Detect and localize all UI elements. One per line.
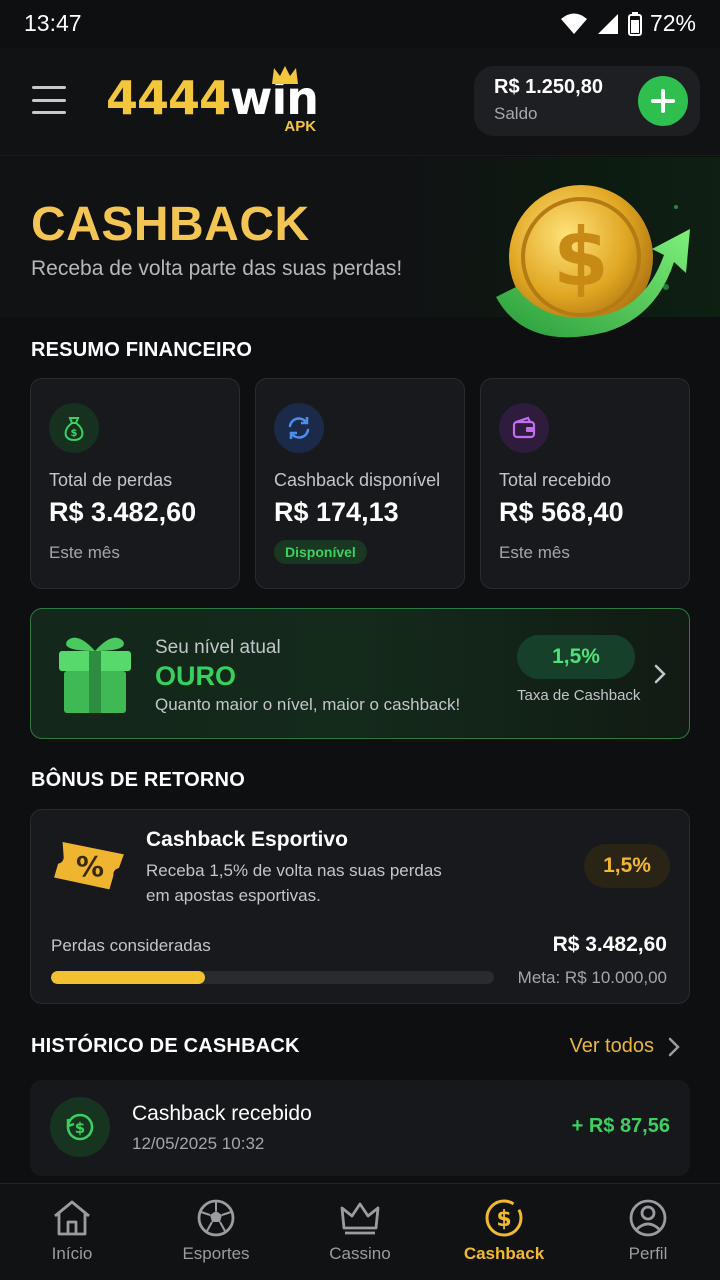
nav-item-perfil[interactable]: Perfil — [576, 1184, 720, 1280]
nav-label: Cassino — [329, 1244, 391, 1263]
svg-text:$: $ — [71, 428, 78, 439]
cashback-hero: CASHBACK Receba de volta parte das suas … — [0, 157, 720, 338]
wallet-icon — [499, 403, 549, 453]
nav-label: Perfil — [628, 1244, 668, 1263]
progress-goal: Meta: R$ 10.000,00 — [517, 968, 667, 987]
plus-icon — [651, 89, 675, 113]
bonus-description: Receba 1,5% de volta nas suas perdas em … — [146, 861, 442, 905]
logo-apk: APK — [284, 118, 317, 135]
crown-icon — [340, 1202, 380, 1235]
profile-icon — [629, 1199, 667, 1237]
cashback-coin-icon: $ — [485, 1199, 523, 1237]
level-label: Seu nível atual — [155, 637, 281, 658]
status-badge: Disponível — [274, 540, 367, 564]
status-time: 13:47 — [24, 10, 82, 36]
level-rate-badge: 1,5% — [517, 635, 635, 679]
bonus-card[interactable]: % Cashback Esportivo Receba 1,5% de volt… — [30, 809, 690, 1004]
progress-bar-fill — [51, 971, 206, 984]
balance-amount: R$ 1.250,80 — [494, 76, 603, 98]
balance-box[interactable]: R$ 1.250,80 Saldo — [474, 66, 700, 136]
history-item-date: 12/05/2025 10:32 — [132, 1134, 265, 1153]
nav-label: Início — [51, 1244, 93, 1263]
battery-level: 72% — [649, 10, 696, 36]
history-header: HISTÓRICO DE CASHBACK Ver todos — [30, 1033, 690, 1063]
nav-item-inicio[interactable]: Início — [0, 1184, 144, 1280]
bonus-title: Cashback Esportivo — [146, 828, 348, 851]
brand-logo[interactable]: 4444win APK — [106, 66, 319, 138]
gift-icon — [59, 637, 131, 713]
balance-label: Saldo — [494, 104, 538, 123]
stat-card-losses[interactable]: $ Total de perdas R$ 3.482,60 Este mês — [30, 378, 240, 589]
nav-item-cashback[interactable]: $ Cashback — [432, 1184, 576, 1280]
progress-value: R$ 3.482,60 — [552, 933, 667, 956]
level-name: OURO — [155, 661, 236, 691]
stat-label: Total de perdas — [49, 470, 173, 490]
stat-card-available[interactable]: Cashback disponível R$ 174,13 Disponível — [255, 378, 465, 589]
wifi-icon — [560, 13, 587, 34]
bonus-section-title: BÔNUS DE RETORNO — [31, 769, 245, 791]
signal-icon — [597, 13, 618, 34]
level-rate-label: Taxa de Cashback — [517, 687, 641, 704]
page-subtitle: Receba de volta parte das suas perdas! — [31, 257, 403, 280]
bonus-rate-badge: 1,5% — [584, 844, 670, 888]
nav-label: Esportes — [182, 1244, 250, 1263]
money-bag-icon: $ — [49, 403, 99, 453]
svg-text:%: % — [76, 850, 104, 883]
level-card[interactable]: Seu nível atual OURO Quanto maior o níve… — [30, 608, 690, 739]
bottom-nav: Início Esportes Cassino $ Cashback Perfi… — [0, 1183, 720, 1280]
menu-icon[interactable] — [32, 86, 66, 114]
history-item-amount: + R$ 87,56 — [571, 1115, 670, 1137]
nav-label: Cashback — [463, 1244, 545, 1263]
stat-value: R$ 174,13 — [274, 497, 399, 527]
history-item-title: Cashback recebido — [132, 1102, 312, 1125]
svg-text:$: $ — [75, 1119, 85, 1137]
logo-number: 4444 — [106, 71, 231, 125]
stat-period: Este mês — [499, 543, 570, 562]
logo-crown-icon — [272, 66, 298, 84]
history-title: HISTÓRICO DE CASHBACK — [31, 1035, 300, 1057]
status-icons: 72% — [560, 10, 696, 37]
progress-label: Perdas consideradas — [51, 936, 211, 955]
stat-value: R$ 568,40 — [499, 497, 624, 527]
coin-arrow-illustration-icon: $ — [496, 185, 690, 338]
progress-bar — [51, 971, 494, 984]
svg-text:$: $ — [496, 1207, 511, 1232]
status-bar: 13:47 72% — [0, 0, 720, 48]
svg-text:$: $ — [553, 211, 609, 304]
stat-period: Este mês — [49, 543, 120, 562]
nav-item-cassino[interactable]: Cassino — [288, 1184, 432, 1280]
home-icon — [54, 1200, 90, 1236]
summary-title: RESUMO FINANCEIRO — [31, 339, 253, 361]
see-all-label: Ver todos — [569, 1035, 654, 1057]
soccer-ball-icon — [197, 1199, 235, 1237]
refresh-icon — [274, 403, 324, 453]
battery-icon — [627, 11, 642, 36]
stat-value: R$ 3.482,60 — [49, 497, 197, 527]
page-title: CASHBACK — [31, 198, 310, 251]
chevron-right-icon[interactable] — [653, 663, 667, 685]
level-description: Quanto maior o nível, maior o cashback! — [155, 695, 461, 714]
nav-item-esportes[interactable]: Esportes — [144, 1184, 288, 1280]
deposit-button[interactable] — [638, 76, 688, 126]
cashback-return-icon: $ — [50, 1097, 110, 1157]
chevron-right-icon — [668, 1037, 680, 1056]
stat-label: Total recebido — [499, 470, 612, 490]
history-item[interactable]: $ Cashback recebido 12/05/2025 10:32 + R… — [30, 1080, 690, 1176]
stat-label: Cashback disponível — [274, 470, 441, 490]
stat-card-received[interactable]: Total recebido R$ 568,40 Este mês — [480, 378, 690, 589]
ticket-percent-icon: % — [54, 842, 124, 890]
app-header: 4444win APK R$ 1.250,80 Saldo — [0, 48, 720, 156]
see-all-link[interactable]: Ver todos — [569, 1035, 680, 1058]
